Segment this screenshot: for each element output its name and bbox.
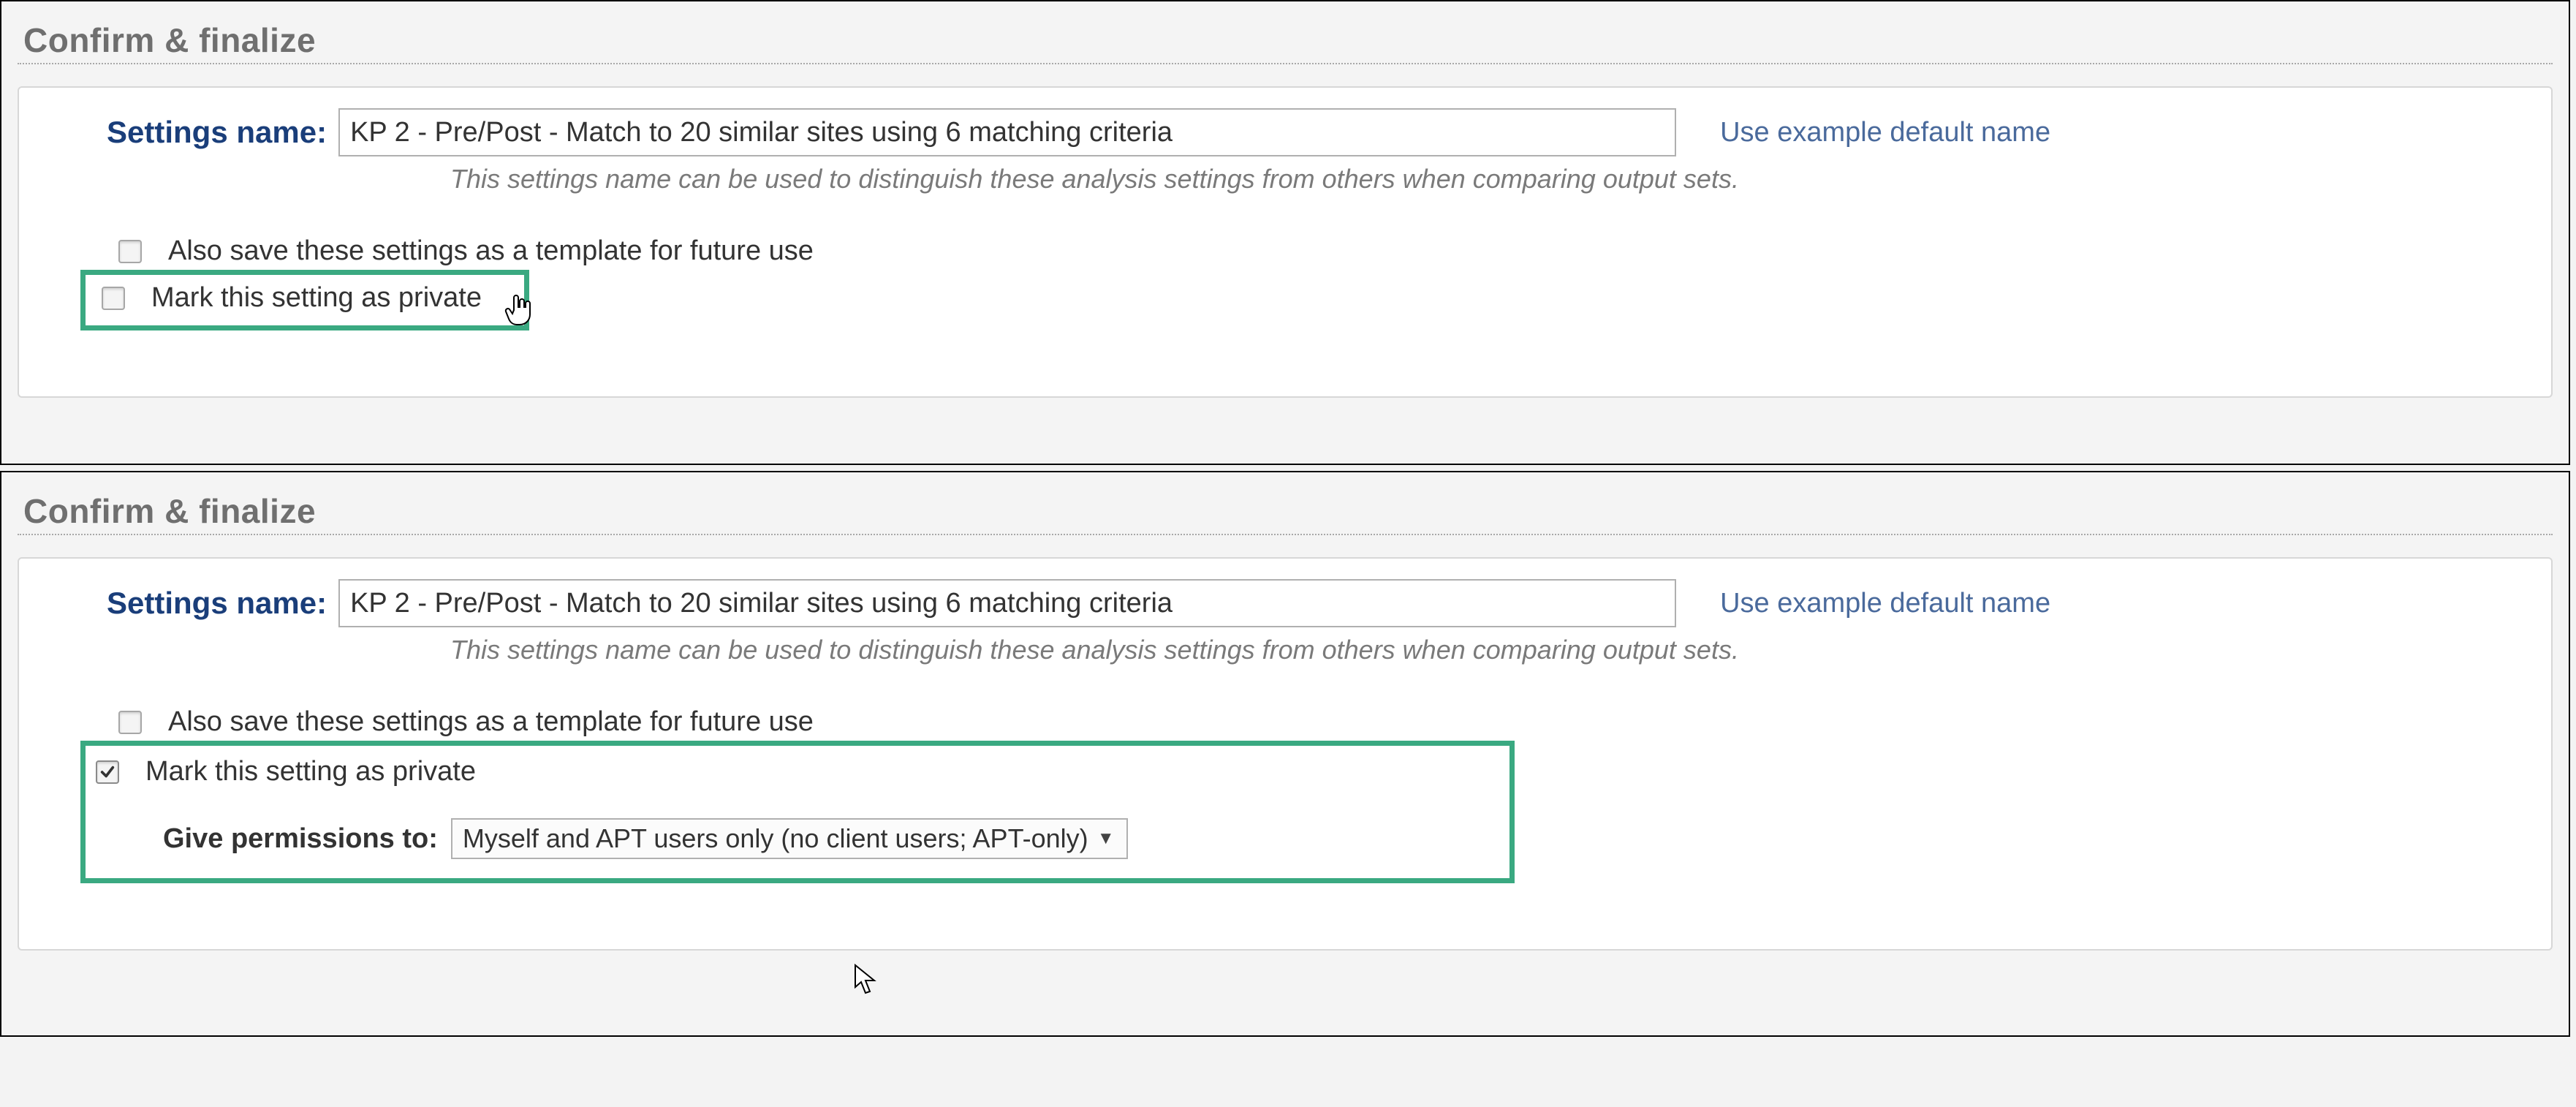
mark-private-row: Mark this setting as private [96, 756, 1492, 787]
cursor-arrow-icon [852, 964, 879, 996]
section-title: Confirm & finalize [23, 491, 2553, 531]
mark-private-highlighted-row: Mark this setting as private [80, 270, 529, 330]
checkmark-icon [99, 764, 115, 780]
settings-name-label: Settings name: [107, 115, 327, 150]
helper-text: This settings name can be used to distin… [450, 635, 2529, 665]
save-as-template-label: Also save these settings as a template f… [168, 706, 814, 738]
settings-name-row: Settings name: Use example default name [63, 579, 2529, 627]
divider [18, 534, 2553, 535]
mark-private-checkbox[interactable] [102, 287, 125, 310]
panel-bottom: Confirm & finalize Settings name: Use ex… [0, 471, 2570, 1037]
panel-top: Confirm & finalize Settings name: Use ex… [0, 0, 2570, 465]
divider [18, 63, 2553, 64]
save-as-template-row: Also save these settings as a template f… [118, 706, 2529, 738]
cursor-hand-icon [504, 292, 533, 328]
mark-private-checkbox-checked[interactable] [96, 760, 119, 784]
permissions-select[interactable]: Myself and APT users only (no client use… [451, 818, 1128, 859]
mark-private-label: Mark this setting as private [145, 756, 476, 787]
mark-private-label: Mark this setting as private [151, 282, 482, 314]
card: Settings name: Use example default name … [18, 557, 2553, 951]
use-example-default-name-link[interactable]: Use example default name [1720, 117, 2050, 148]
permissions-row: Give permissions to: Myself and APT user… [163, 818, 1492, 859]
save-as-template-label: Also save these settings as a template f… [168, 235, 814, 267]
settings-name-row: Settings name: Use example default name [63, 108, 2529, 156]
mark-private-highlighted-block: Mark this setting as private Give permis… [80, 741, 1515, 883]
permissions-label: Give permissions to: [163, 823, 438, 855]
save-as-template-checkbox[interactable] [118, 711, 142, 734]
card: Settings name: Use example default name … [18, 86, 2553, 398]
settings-name-input[interactable] [338, 579, 1676, 627]
settings-name-input[interactable] [338, 108, 1676, 156]
section-title: Confirm & finalize [23, 20, 2553, 60]
save-as-template-checkbox[interactable] [118, 240, 142, 263]
use-example-default-name-link[interactable]: Use example default name [1720, 588, 2050, 619]
chevron-down-icon: ▼ [1097, 828, 1115, 849]
settings-name-label: Settings name: [107, 586, 327, 621]
save-as-template-row: Also save these settings as a template f… [118, 235, 2529, 267]
permissions-selected-value: Myself and APT users only (no client use… [463, 823, 1088, 854]
helper-text: This settings name can be used to distin… [450, 164, 2529, 194]
